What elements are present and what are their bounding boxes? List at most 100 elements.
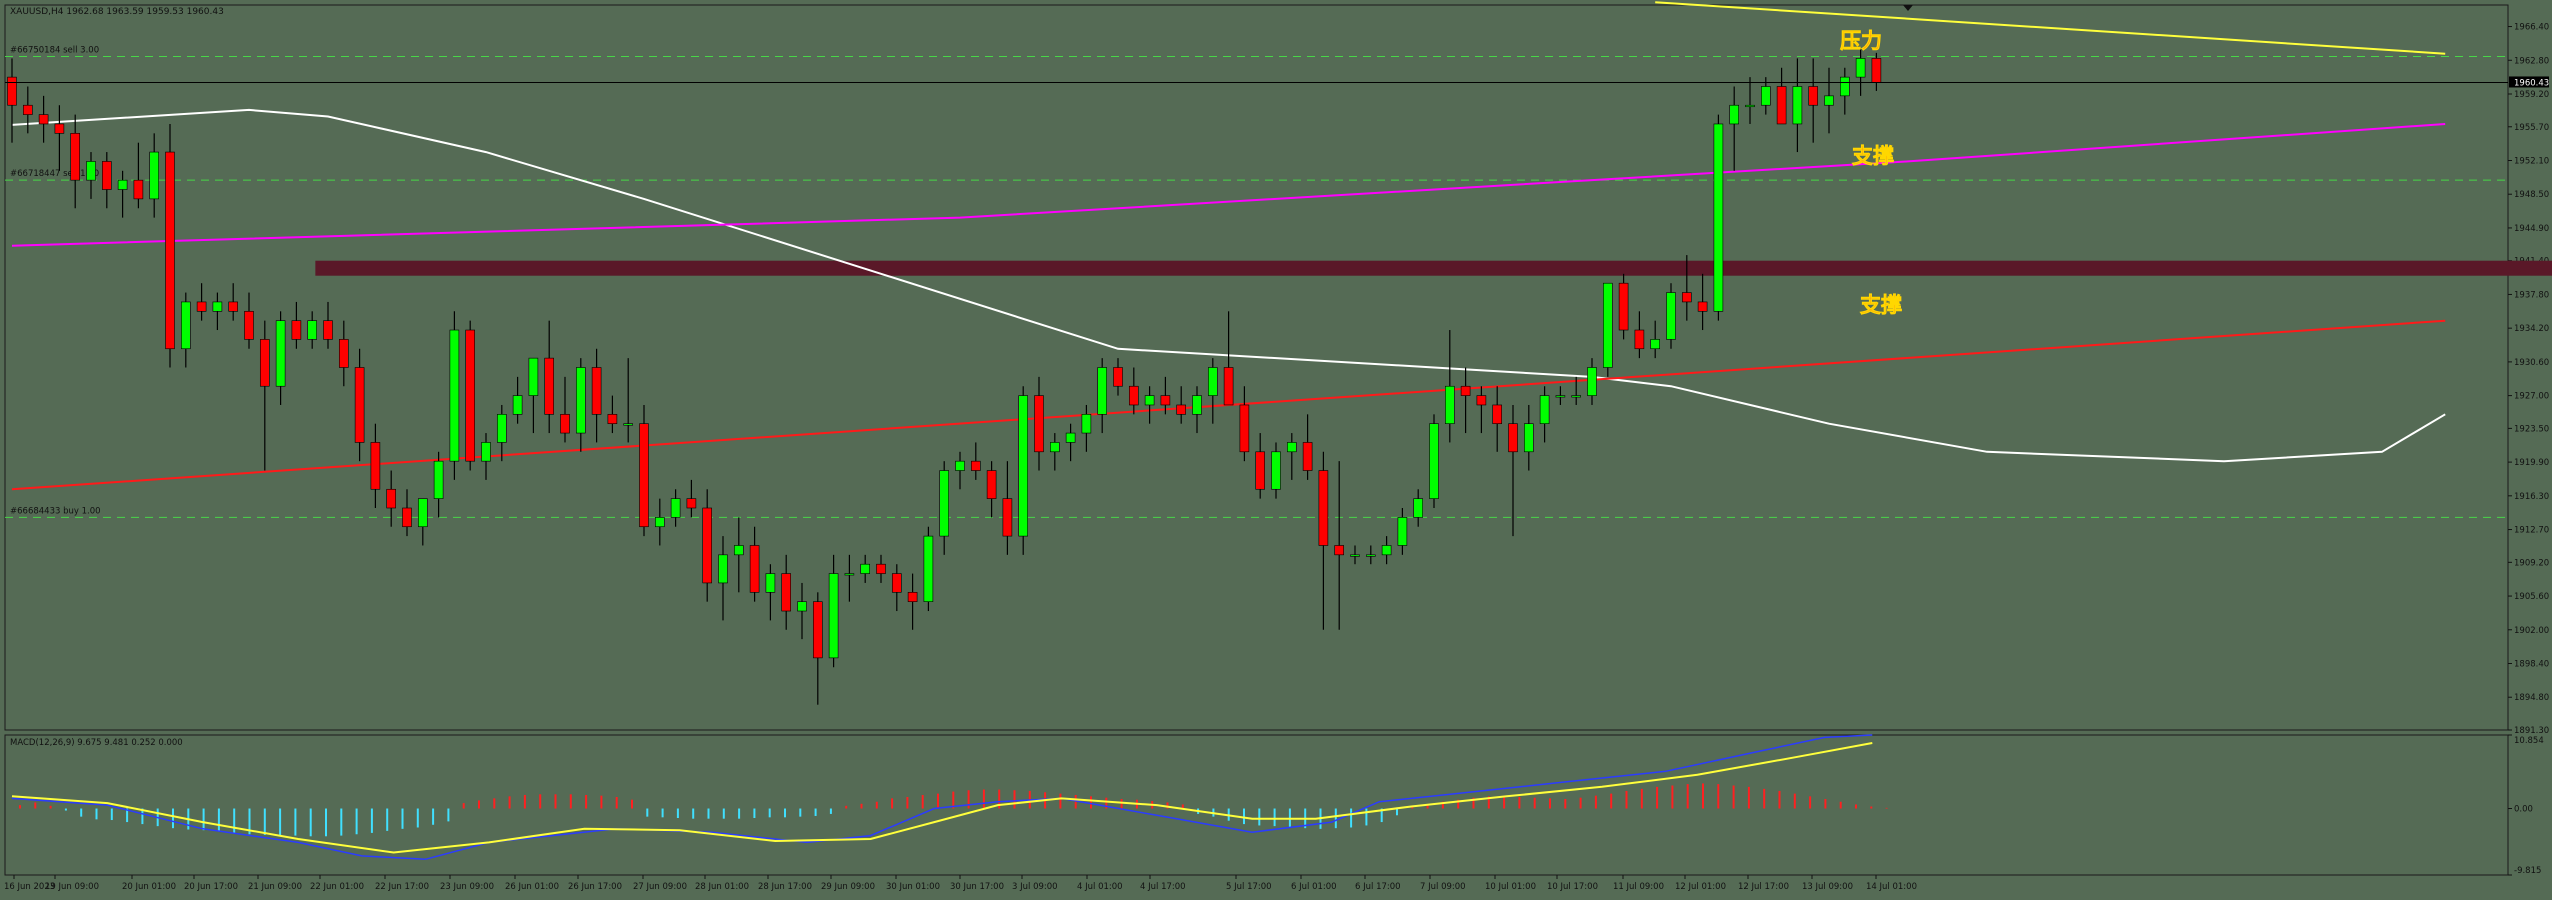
- x-tick-label: 26 Jun 17:00: [568, 882, 622, 892]
- candle-bullish: [1840, 76, 1850, 97]
- candle-bearish: [749, 545, 760, 593]
- y-tick-label: 1894.80: [2514, 693, 2549, 703]
- candle-bearish: [1302, 442, 1313, 471]
- candle-bullish: [512, 395, 523, 415]
- candle-bearish: [38, 114, 49, 125]
- candle-bullish: [1824, 95, 1834, 106]
- candle-bearish: [560, 414, 570, 434]
- macd-y-tick-label: 0.00: [2514, 805, 2533, 815]
- y-tick-label: 1952.10: [2514, 156, 2549, 166]
- candle-bullish: [1524, 423, 1534, 453]
- candle-bullish: [1271, 451, 1281, 490]
- candle-bullish: [939, 470, 950, 537]
- x-tick-label: 30 Jun 17:00: [950, 882, 1004, 892]
- candle-bullish: [117, 179, 128, 190]
- candle-bullish: [844, 573, 855, 576]
- candle-bearish: [781, 573, 792, 612]
- candle-bearish: [986, 470, 997, 499]
- x-tick-label: 28 Jun 17:00: [758, 882, 812, 892]
- candle-bullish: [828, 573, 839, 659]
- candle-bearish: [1255, 451, 1265, 490]
- candle-bearish: [386, 488, 397, 509]
- y-tick-label: 1934.20: [2514, 324, 2549, 334]
- candle-bullish: [765, 573, 776, 593]
- x-tick-label: 14 Jul 01:00: [1866, 882, 1917, 892]
- candle-bullish: [1587, 367, 1597, 396]
- candle-bullish: [1713, 123, 1724, 312]
- candle-bullish: [1050, 442, 1060, 453]
- candle-bullish: [1208, 367, 1218, 396]
- candle-bearish: [1492, 404, 1502, 425]
- candle-bullish: [528, 357, 539, 396]
- candle-bearish: [686, 498, 697, 509]
- symbol-info: XAUUSD,H4 1962.68 1963.59 1959.53 1960.4…: [10, 7, 224, 17]
- candle-bullish: [307, 320, 318, 340]
- candle-bullish: [1350, 554, 1360, 557]
- y-tick-label: 1944.90: [2514, 224, 2549, 234]
- support-annotation: 支撑: [1860, 293, 1902, 317]
- candle-bullish: [718, 554, 728, 584]
- x-tick-label: 10 Jul 17:00: [1547, 882, 1598, 892]
- candle-bearish: [1113, 367, 1123, 387]
- candle-bearish: [22, 104, 33, 115]
- candle-bullish: [1650, 339, 1660, 350]
- candle-bullish: [654, 517, 665, 528]
- candle-bullish: [1539, 395, 1550, 425]
- y-tick-label: 1937.80: [2514, 290, 2549, 300]
- candle-bullish: [923, 535, 934, 602]
- macd-y-tick-label: -9.815: [2514, 866, 2541, 876]
- candle-bearish: [1034, 395, 1044, 453]
- x-tick-label: 20 Jun 17:00: [184, 882, 238, 892]
- chart-window[interactable]: 1966.40 1962.80 1959.20 1955.70 1952.10 1948.…: [0, 0, 2552, 900]
- candle-bullish: [1603, 282, 1613, 368]
- macd-label: MACD(12,26,9) 9.675 9.481 0.252 0.000: [10, 738, 183, 748]
- candle-bearish: [196, 301, 207, 312]
- y-tick-label: 1959.20: [2514, 90, 2549, 100]
- candle-bullish: [275, 320, 286, 387]
- candle-bearish: [1318, 470, 1329, 546]
- candle-bearish: [1776, 86, 1787, 125]
- candle-bullish: [433, 460, 444, 499]
- order-label: #66750184 sell 3.00: [10, 46, 99, 56]
- x-tick-label: 4 Jul 17:00: [1140, 882, 1186, 892]
- candle-bearish: [891, 573, 902, 593]
- x-tick-label: 26 Jun 01:00: [505, 882, 559, 892]
- y-tick-label: 1966.40: [2514, 23, 2549, 33]
- candle-bearish: [607, 414, 618, 425]
- x-tick-label: 30 Jun 01:00: [886, 882, 940, 892]
- candle-bullish: [1571, 395, 1581, 398]
- main-panel: [4, 4, 2509, 731]
- candle-bearish: [465, 329, 476, 462]
- candle-bullish: [1192, 395, 1202, 415]
- candle-bearish: [228, 301, 238, 312]
- candle-bullish: [1144, 395, 1155, 406]
- y-tick-label: 1930.60: [2514, 358, 2549, 368]
- price-chart[interactable]: 1966.40 1962.80 1959.20 1955.70 1952.10 1948.…: [0, 0, 2552, 900]
- candle-bullish: [1413, 498, 1423, 518]
- candle-bullish: [1666, 292, 1676, 340]
- candle-bearish: [402, 507, 412, 528]
- candle-bearish: [1334, 545, 1344, 556]
- candle-bullish: [496, 414, 507, 443]
- candle-bullish: [1761, 86, 1771, 106]
- y-tick-label: 1912.70: [2514, 526, 2549, 536]
- y-tick-label: 1955.70: [2514, 123, 2549, 133]
- candle-bullish: [1745, 104, 1755, 108]
- x-tick-label: 27 Jun 09:00: [633, 882, 687, 892]
- candle-bearish: [1697, 301, 1708, 312]
- candle-bullish: [417, 498, 428, 528]
- macd-y-tick-label: 10.854: [2514, 736, 2544, 746]
- candle-bullish: [733, 545, 744, 556]
- y-tick-label: 1923.50: [2514, 424, 2549, 434]
- candle-bearish: [165, 151, 175, 350]
- candle-bullish: [86, 161, 96, 181]
- candle-bearish: [876, 563, 886, 574]
- x-tick-label: 22 Jun 17:00: [375, 882, 429, 892]
- candle-bearish: [1002, 498, 1013, 537]
- x-tick-label: 19 Jun 09:00: [45, 882, 99, 892]
- x-tick-label: 6 Jul 17:00: [1355, 882, 1401, 892]
- candle-bearish: [54, 123, 65, 134]
- support-annotation: 支撑: [1852, 144, 1894, 168]
- candle-bearish: [354, 367, 365, 443]
- x-tick-label: 3 Jul 09:00: [1012, 882, 1058, 892]
